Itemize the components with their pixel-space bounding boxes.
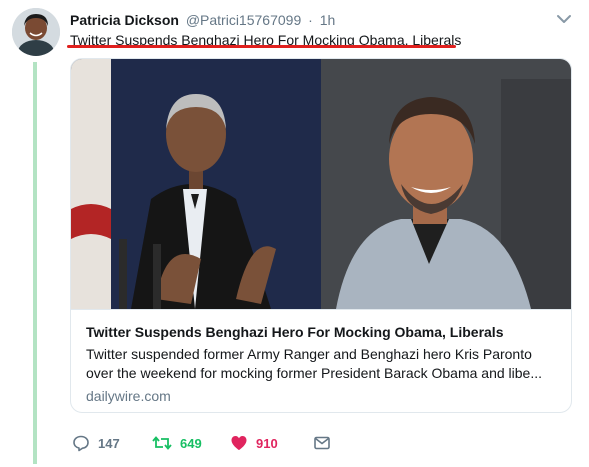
reply-icon	[72, 434, 90, 452]
separator-dot: ·	[308, 12, 313, 28]
link-card[interactable]: Twitter Suspends Benghazi Hero For Mocki…	[70, 58, 572, 413]
thread-line	[33, 62, 37, 464]
retweet-button[interactable]: 649	[152, 432, 202, 454]
like-count: 910	[256, 435, 278, 451]
avatar[interactable]	[12, 8, 60, 56]
timestamp[interactable]: 1h	[320, 12, 336, 28]
retweet-count: 649	[180, 435, 202, 451]
card-title[interactable]: Twitter Suspends Benghazi Hero For Mocki…	[86, 324, 503, 340]
card-description-line: Twitter suspended former Army Ranger and…	[86, 346, 532, 362]
like-button[interactable]: 910	[230, 432, 278, 454]
card-description-line: over the weekend for mocking former Pres…	[86, 365, 542, 381]
retweet-icon	[152, 434, 172, 452]
heart-icon	[230, 434, 248, 452]
card-body[interactable]: Twitter Suspends Benghazi Hero For Mocki…	[71, 309, 571, 412]
reply-count: 147	[98, 435, 120, 451]
direct-message-button[interactable]	[313, 432, 331, 454]
chevron-down-icon[interactable]	[556, 12, 572, 26]
tweet-header: Patricia Dickson @Patrici15767099 · 1h	[70, 11, 335, 29]
card-domain[interactable]: dailywire.com	[86, 388, 171, 404]
annotation-underline	[67, 45, 456, 48]
user-handle[interactable]: @Patrici15767099	[186, 12, 301, 28]
mail-icon	[313, 434, 331, 452]
tweet-actions: 147 649 910	[70, 432, 370, 454]
card-description: Twitter suspended former Army Ranger and…	[86, 345, 556, 383]
display-name[interactable]: Patricia Dickson	[70, 12, 179, 28]
reply-button[interactable]: 147	[72, 432, 120, 454]
card-image[interactable]	[71, 59, 571, 309]
